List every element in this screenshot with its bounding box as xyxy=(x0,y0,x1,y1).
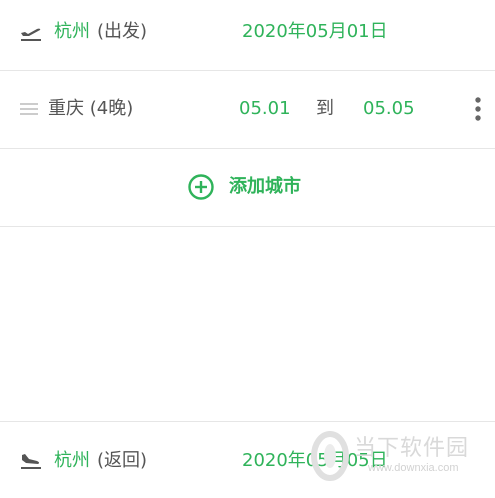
drag-handle-icon[interactable] xyxy=(20,103,38,116)
stop-city-nights: 重庆 (4晚) xyxy=(48,98,134,119)
plane-landing-icon xyxy=(21,454,41,469)
add-city-label: 添加城市 xyxy=(229,176,301,197)
watermark-logo-icon xyxy=(311,431,349,481)
stop-start-date[interactable]: 05.01 xyxy=(239,97,291,121)
return-tag: (返回) xyxy=(97,450,148,471)
departure-tag: (出发) xyxy=(97,21,148,42)
more-vertical-icon[interactable] xyxy=(474,97,482,121)
watermark-name: 当下软件园 xyxy=(354,436,470,461)
return-city: 杭州 xyxy=(54,450,90,471)
add-circle-icon xyxy=(188,174,214,200)
stop-row[interactable]: 重庆 (4晚) 05.01 到 05.05 xyxy=(0,71,495,148)
stop-end-date[interactable]: 05.05 xyxy=(363,97,415,121)
watermark-url: www.downxia.com xyxy=(368,462,459,474)
divider xyxy=(0,226,495,227)
add-city-button[interactable]: 添加城市 xyxy=(0,149,495,226)
departure-city: 杭州 xyxy=(54,21,90,42)
stop-to-label: 到 xyxy=(316,98,334,119)
departure-date[interactable]: 2020年05月01日 xyxy=(242,20,388,44)
departure-row[interactable]: 杭州 (出发) 2020年05月01日 xyxy=(0,0,495,70)
watermark: 当下软件园 www.downxia.com xyxy=(310,428,495,494)
plane-takeoff-icon xyxy=(21,28,41,41)
